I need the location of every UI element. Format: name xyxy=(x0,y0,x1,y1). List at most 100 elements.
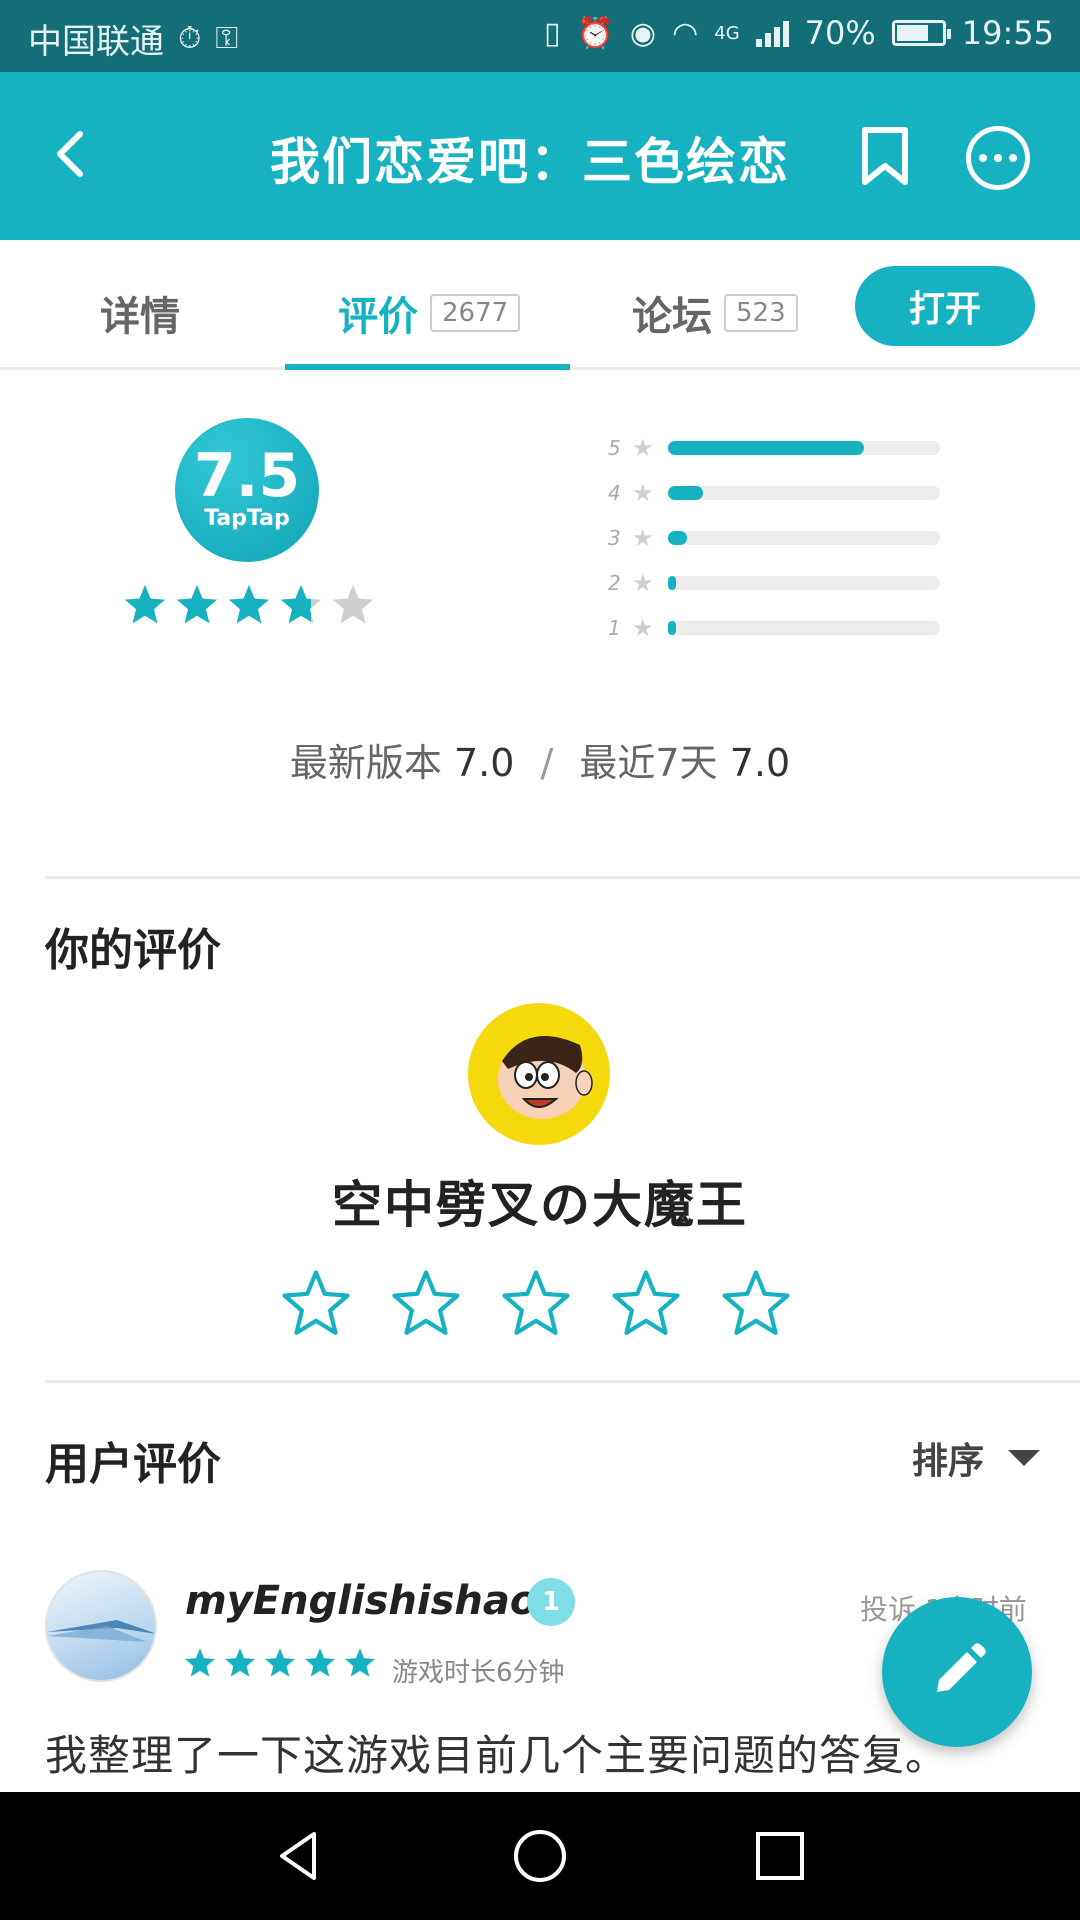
reviews-count-badge: 2677 xyxy=(430,294,521,332)
forum-count-badge: 523 xyxy=(724,294,798,332)
signal-icon xyxy=(755,19,789,47)
latest-version-label: 最新版本 xyxy=(289,741,442,785)
more-icon[interactable] xyxy=(966,126,1030,190)
level-badge: 1 xyxy=(527,1578,575,1626)
distribution-bar xyxy=(668,620,677,635)
rate-star-icon[interactable] xyxy=(390,1268,462,1340)
status-bar: 中国联通 ⏱ ⚿ ▯ ⏰ ◉ ◠ 4G 70% 19:55 xyxy=(0,0,1080,72)
tab-details-label: 详情 xyxy=(100,294,180,340)
open-button[interactable]: 打开 xyxy=(855,266,1035,346)
tab-bar: 详情 评价 2677 论坛 523 打开 xyxy=(0,240,1080,370)
rating-star-icon xyxy=(124,584,166,624)
clock: 19:55 xyxy=(961,14,1054,52)
star-icon: ★ xyxy=(632,523,654,552)
caret-down-icon xyxy=(1008,1450,1041,1466)
review-star-icon xyxy=(305,1648,335,1677)
distribution-label: 3 xyxy=(608,525,621,550)
average-stars xyxy=(122,582,376,628)
write-review-button[interactable] xyxy=(882,1597,1032,1747)
review-text[interactable]: 我整理了一下这游戏目前几个主要问题的答复。 xyxy=(45,1722,948,1783)
reviewer-name[interactable]: myEnglishishao xyxy=(185,1578,537,1624)
score-separator: / xyxy=(540,741,554,785)
play-time: 游戏时长6分钟 xyxy=(392,1658,565,1688)
key-icon: ⚿ xyxy=(215,21,239,56)
bookmark-icon[interactable] xyxy=(855,124,915,188)
review-star-icon xyxy=(265,1648,295,1677)
score-value: 7.5 xyxy=(193,441,301,511)
rating-star-icon xyxy=(228,584,270,624)
divider xyxy=(45,876,1080,879)
system-nav-bar xyxy=(0,1792,1080,1920)
distribution-row: 1 ★ xyxy=(608,605,968,650)
status-right: ▯ ⏰ ◉ ◠ 4G 70% 19:55 xyxy=(544,14,1054,52)
nav-home-icon[interactable] xyxy=(510,1826,570,1886)
user-reviews-heading: 用户评价 xyxy=(45,1439,221,1490)
tab-forum-label: 论坛 xyxy=(632,294,712,340)
rating-star-icon xyxy=(332,584,374,624)
tab-reviews[interactable]: 评价 2677 xyxy=(338,284,521,342)
tab-details[interactable]: 详情 xyxy=(100,284,180,342)
distribution-row: 3 ★ xyxy=(608,515,968,560)
page-title: 我们恋爱吧：三色绘恋 xyxy=(270,133,790,191)
timer-icon: ⏱ xyxy=(178,21,202,56)
review-star-icon xyxy=(345,1648,375,1677)
review-stars xyxy=(183,1646,377,1680)
distribution-track xyxy=(668,620,940,635)
version-scores: 最新版本 7.0 / 最近7天 7.0 xyxy=(0,732,1080,787)
star-icon: ★ xyxy=(632,433,654,462)
alarm-icon: ⏰ xyxy=(576,15,614,51)
vibrate-icon: ▯ xyxy=(544,15,561,51)
recent-label: 最近7天 xyxy=(579,741,718,785)
distribution-bar xyxy=(668,485,704,500)
distribution-track xyxy=(668,530,940,545)
avatar[interactable] xyxy=(468,1003,610,1145)
wifi-icon: ◠ xyxy=(672,15,699,51)
nav-recents-icon[interactable] xyxy=(750,1826,810,1886)
rate-star-icon[interactable] xyxy=(500,1268,572,1340)
distribution-row: 2 ★ xyxy=(608,560,968,605)
rating-star-icon xyxy=(176,584,218,624)
star-icon: ★ xyxy=(632,613,654,642)
recent-score: 7.0 xyxy=(729,741,791,785)
carrier-label: 中国联通 xyxy=(28,22,164,62)
nav-back-icon[interactable] xyxy=(270,1826,330,1886)
reviewer-avatar[interactable] xyxy=(45,1570,157,1682)
rate-star-icon[interactable] xyxy=(610,1268,682,1340)
rate-stars xyxy=(280,1268,792,1340)
rating-star-icon xyxy=(280,584,322,624)
status-left: 中国联通 ⏱ ⚿ xyxy=(28,14,238,63)
tab-reviews-label: 评价 xyxy=(338,294,418,340)
distribution-label: 4 xyxy=(608,480,621,505)
divider xyxy=(45,1380,1080,1383)
review-star-icon xyxy=(225,1648,255,1677)
active-tab-indicator xyxy=(285,364,570,370)
distribution-track xyxy=(668,575,940,590)
pencil-icon xyxy=(937,1643,986,1692)
distribution-label: 2 xyxy=(608,570,621,595)
network-type-label: 4G xyxy=(714,22,740,44)
my-review-heading: 你的评价 xyxy=(45,925,221,976)
score-badge: 7.5 TapTap xyxy=(175,418,319,562)
review-star-icon xyxy=(185,1648,215,1677)
rate-star-icon[interactable] xyxy=(280,1268,352,1340)
distribution-label: 1 xyxy=(608,615,621,640)
distribution-row: 5 ★ xyxy=(608,425,968,470)
distribution-label: 5 xyxy=(608,435,621,460)
distribution-bar xyxy=(668,575,677,590)
distribution-bar xyxy=(668,530,688,545)
distribution-bar xyxy=(668,440,864,455)
eye-icon: ◉ xyxy=(629,15,657,51)
battery-percent: 70% xyxy=(804,14,876,52)
star-icon: ★ xyxy=(632,568,654,597)
my-username: 空中劈叉の大魔王 xyxy=(332,1176,748,1234)
battery-level xyxy=(896,25,928,41)
battery-icon xyxy=(891,20,951,46)
tab-forum[interactable]: 论坛 523 xyxy=(632,284,798,342)
sort-dropdown[interactable]: 排序 xyxy=(912,1432,1041,1484)
rate-star-icon[interactable] xyxy=(720,1268,792,1340)
distribution-track xyxy=(668,485,940,500)
sort-label: 排序 xyxy=(912,1441,985,1482)
app-bar: 我们恋爱吧：三色绘恋 xyxy=(0,72,1080,240)
back-arrow-icon[interactable] xyxy=(40,122,104,186)
star-icon: ★ xyxy=(632,478,654,507)
